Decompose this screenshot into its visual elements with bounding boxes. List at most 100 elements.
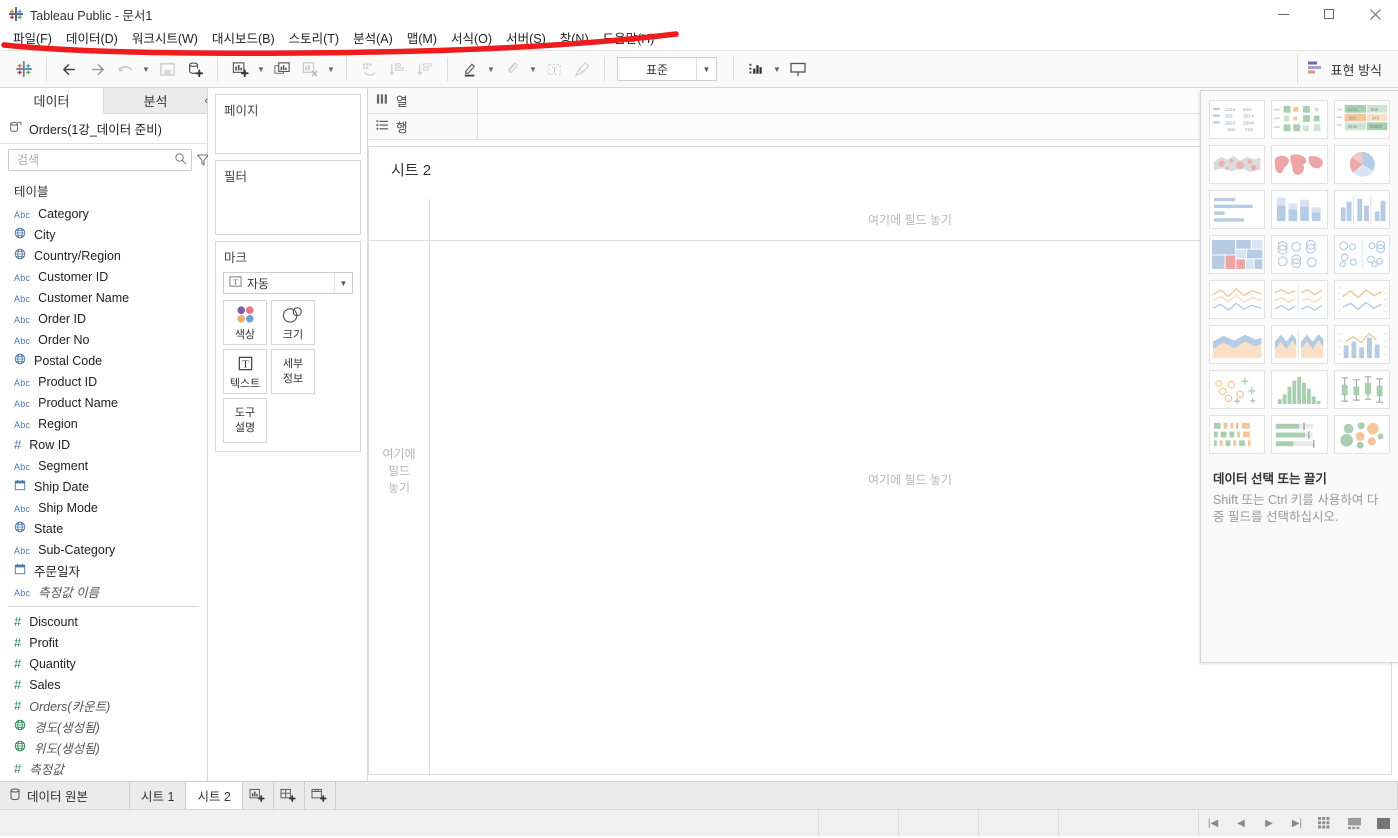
show-me-text-table[interactable]: 1234 626 368 3014 2620 2904 931 322 — [1209, 100, 1266, 139]
nav-prev-button[interactable]: ◀ — [1227, 810, 1255, 836]
filmstrip-view-icon[interactable] — [1340, 810, 1369, 836]
nav-first-button[interactable]: |◀ — [1199, 810, 1227, 836]
show-me-scatter-plot[interactable] — [1209, 370, 1266, 409]
show-me-side-by-side-circles[interactable] — [1333, 235, 1390, 274]
show-me-gantt[interactable] — [1209, 415, 1266, 454]
clear-sheet-icon[interactable] — [296, 55, 324, 83]
search-input[interactable] — [15, 152, 174, 168]
menu-window[interactable]: 창(N) — [553, 29, 596, 49]
show-me-highlight-table[interactable]: 1234 546 368 243 2620 63890 — [1333, 100, 1390, 139]
menu-story[interactable]: 스토리(T) — [282, 29, 346, 49]
group-members-icon[interactable] — [498, 55, 526, 83]
field-item[interactable]: State — [0, 518, 207, 539]
new-worksheet-icon[interactable] — [226, 55, 254, 83]
show-me-heat-map[interactable] — [1271, 100, 1328, 139]
sort-descending-icon[interactable] — [411, 55, 439, 83]
marks-size-button[interactable]: 크기 — [271, 300, 315, 345]
menu-format[interactable]: 서식(O) — [444, 29, 499, 49]
fit-selector[interactable]: 표준 ▼ — [617, 57, 717, 81]
field-item[interactable]: Postal Code — [0, 350, 207, 371]
menu-help[interactable]: 도움말(H) — [596, 29, 662, 49]
show-me-area-discrete[interactable] — [1271, 325, 1328, 364]
field-item[interactable]: 경도(생성됨) — [0, 716, 207, 737]
field-item[interactable]: Ship Date — [0, 476, 207, 497]
tab-analytics[interactable]: 분석 — [104, 88, 208, 113]
group-dropdown-caret-icon[interactable]: ▼ — [526, 55, 540, 83]
back-arrow-icon[interactable] — [55, 55, 83, 83]
show-me-packed-bubbles[interactable] — [1333, 415, 1390, 454]
menu-map[interactable]: 맵(M) — [400, 29, 444, 49]
clear-sheet-dropdown-caret-icon[interactable]: ▼ — [324, 55, 338, 83]
field-item[interactable]: Abc 측정값 이름 — [0, 581, 207, 602]
fit-axis-dropdown-caret-icon[interactable]: ▼ — [770, 55, 784, 83]
marks-text-button[interactable]: T 텍스트 — [223, 349, 267, 394]
undo-icon[interactable] — [111, 55, 139, 83]
marks-color-button[interactable]: 색상 — [223, 300, 267, 345]
show-me-lines-discrete[interactable] — [1271, 280, 1328, 319]
show-me-symbol-map[interactable] — [1209, 145, 1266, 184]
nav-next-button[interactable]: ▶ — [1255, 810, 1283, 836]
marks-tooltip-button[interactable]: 도구 설명 — [223, 398, 267, 443]
marks-detail-button[interactable]: 세부 정보 — [271, 349, 315, 394]
field-item[interactable]: City — [0, 224, 207, 245]
field-item[interactable]: # Discount — [0, 611, 207, 632]
show-mark-labels-icon[interactable]: T — [540, 55, 568, 83]
field-item[interactable]: 위도(생성됨) — [0, 737, 207, 758]
field-item[interactable]: # Profit — [0, 632, 207, 653]
show-me-horizontal-bars[interactable] — [1209, 190, 1266, 229]
field-item[interactable]: Abc Sub-Category — [0, 539, 207, 560]
field-item[interactable]: Abc Order ID — [0, 308, 207, 329]
show-me-stacked-bars[interactable] — [1271, 190, 1328, 229]
menu-server[interactable]: 서버(S) — [499, 29, 553, 49]
field-item[interactable]: # Quantity — [0, 653, 207, 674]
field-item[interactable]: Abc Product Name — [0, 392, 207, 413]
field-item[interactable]: # Sales — [0, 674, 207, 695]
field-item[interactable]: Abc Customer ID — [0, 266, 207, 287]
show-me-filled-map[interactable] — [1271, 145, 1328, 184]
pages-card[interactable]: 페이지 — [215, 94, 361, 154]
show-me-pie-chart[interactable] — [1333, 145, 1390, 184]
field-item[interactable]: Abc Order No — [0, 329, 207, 350]
show-me-bullet-graph[interactable] — [1271, 415, 1328, 454]
sheet-tab-1[interactable]: 시트 1 — [130, 782, 187, 809]
show-me-lines-continuous[interactable] — [1209, 280, 1266, 319]
field-item[interactable]: # Orders(카운트) — [0, 695, 207, 716]
new-story-button[interactable] — [304, 782, 336, 809]
forward-arrow-icon[interactable] — [83, 55, 111, 83]
field-item[interactable]: 주문일자 — [0, 560, 207, 581]
highlight-dropdown-caret-icon[interactable]: ▼ — [484, 55, 498, 83]
swap-rows-columns-icon[interactable] — [355, 55, 383, 83]
tab-data[interactable]: 데이터 — [0, 88, 104, 114]
field-item[interactable]: Abc Ship Mode — [0, 497, 207, 518]
new-data-source-icon[interactable] — [181, 55, 209, 83]
show-me-toggle-button[interactable]: 표현 방식 — [1296, 54, 1394, 84]
field-item[interactable]: Abc Product ID — [0, 371, 207, 392]
show-me-side-by-side-bars[interactable] — [1333, 190, 1390, 229]
save-icon[interactable] — [153, 55, 181, 83]
field-item[interactable]: # 측정값 — [0, 758, 207, 779]
new-worksheet-button[interactable] — [242, 782, 274, 809]
minimize-button[interactable] — [1260, 0, 1306, 28]
show-me-area-continuous[interactable] — [1209, 325, 1266, 364]
nav-last-button[interactable]: ▶| — [1283, 810, 1311, 836]
sheet-sorter-icon[interactable] — [1369, 810, 1398, 836]
field-item[interactable]: # Row ID — [0, 434, 207, 455]
show-me-dual-lines[interactable] — [1333, 280, 1390, 319]
field-item[interactable]: Abc Category — [0, 203, 207, 224]
highlight-icon[interactable] — [456, 55, 484, 83]
menu-worksheet[interactable]: 워크시트(W) — [125, 29, 205, 49]
sort-ascending-icon[interactable] — [383, 55, 411, 83]
menu-file[interactable]: 파일(F) — [6, 29, 59, 49]
undo-dropdown-caret-icon[interactable]: ▼ — [139, 55, 153, 83]
show-me-dual-combination[interactable] — [1333, 325, 1390, 364]
marks-type-caret-icon[interactable]: ▼ — [334, 273, 352, 293]
fit-dropdown-caret-icon[interactable]: ▼ — [696, 58, 716, 80]
filters-card[interactable]: 필터 — [215, 160, 361, 235]
data-source-tab[interactable]: 데이터 원본 — [0, 782, 130, 809]
menu-dashboard[interactable]: 대시보드(B) — [205, 29, 282, 49]
menu-analysis[interactable]: 분석(A) — [346, 29, 400, 49]
tab-view-icon[interactable] — [1311, 810, 1340, 836]
show-me-histogram[interactable] — [1271, 370, 1328, 409]
field-item[interactable]: Abc Customer Name — [0, 287, 207, 308]
row-dropzone-hint[interactable]: 여기에 필드 놓기 — [369, 446, 429, 497]
